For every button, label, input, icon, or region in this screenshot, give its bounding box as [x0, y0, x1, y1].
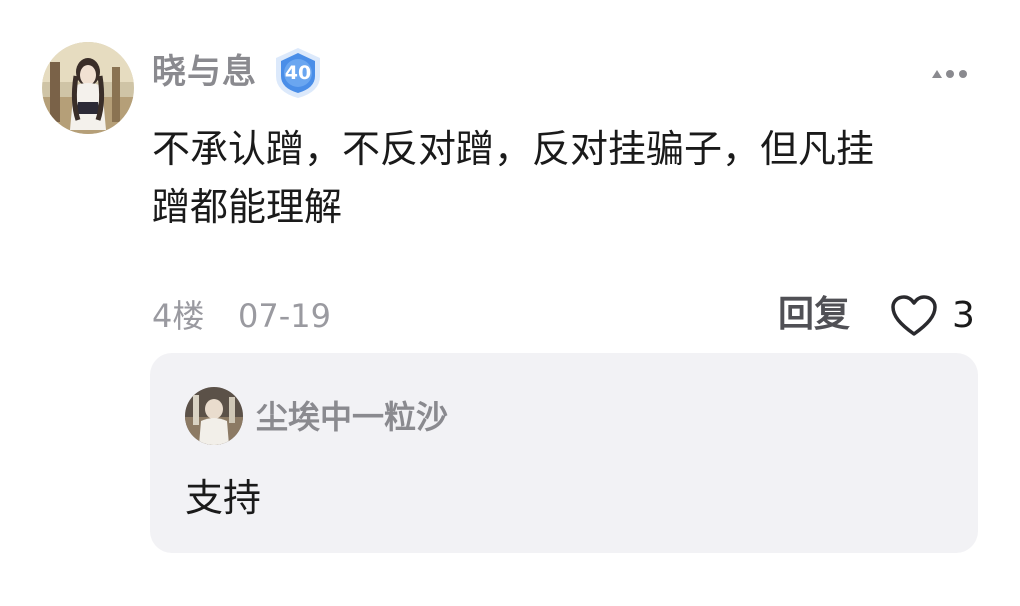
more-dots-icon [932, 70, 967, 78]
user-avatar[interactable] [42, 42, 134, 134]
like-button[interactable]: 3 [890, 292, 975, 340]
comment-card: 晓与息 40 不承认蹭，不反对蹭，反对挂骗子，但凡挂 蹭都能理解 4楼 07-1… [0, 0, 1020, 606]
avatar-image [185, 387, 243, 445]
sub-reply-text: 支持 [185, 476, 262, 520]
heart-outline-icon [891, 295, 937, 336]
floor-number: 4楼 [152, 297, 205, 335]
like-count: 3 [952, 295, 975, 336]
level-badge: 40 [270, 46, 326, 100]
reply-button[interactable]: 回复 [778, 292, 850, 338]
more-options-button[interactable] [926, 60, 972, 86]
sub-reply-box[interactable]: 尘埃中一粒沙 支持 [150, 353, 978, 553]
username[interactable]: 晓与息 [152, 50, 257, 94]
comment-text: 不承认蹭，不反对蹭，反对挂骗子，但凡挂 蹭都能理解 [152, 127, 875, 229]
post-date: 07-19 [238, 297, 331, 335]
sub-reply-username[interactable]: 尘埃中一粒沙 [256, 397, 448, 437]
avatar-image [42, 42, 134, 134]
sub-reply-avatar[interactable] [185, 387, 243, 445]
level-number: 40 [284, 62, 312, 84]
